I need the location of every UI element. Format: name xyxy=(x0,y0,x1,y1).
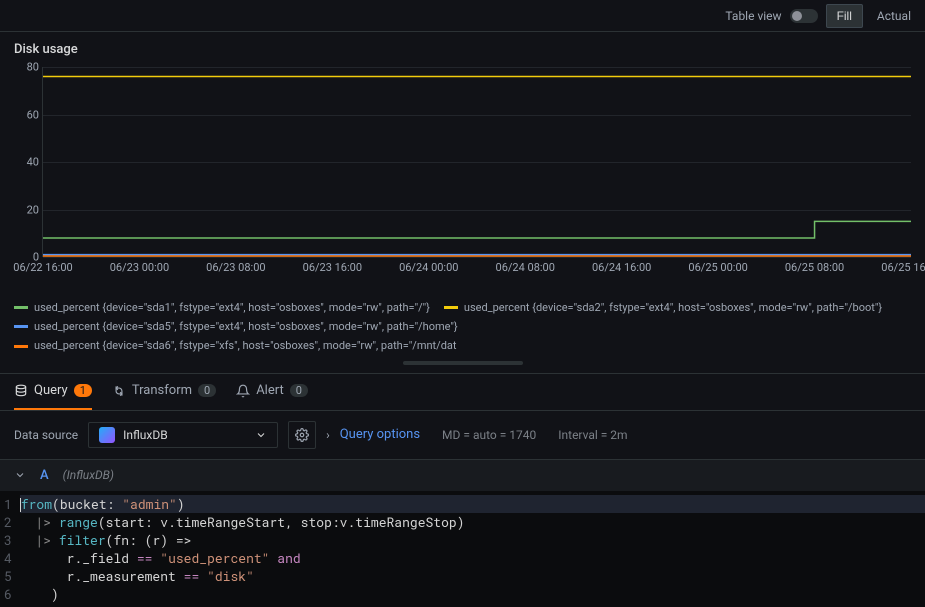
query-options-md: MD = auto = 1740 xyxy=(442,428,536,442)
panel-title: Disk usage xyxy=(0,32,925,61)
legend-label: used_percent {device="sda5", fstype="ext… xyxy=(34,318,458,336)
editor-tabs: Query 1 Transform 0 Alert 0 xyxy=(0,373,925,411)
tab-transform-label: Transform xyxy=(132,383,192,398)
legend-swatch-icon xyxy=(14,306,28,309)
legend-swatch-icon xyxy=(14,325,28,328)
tab-transform-badge: 0 xyxy=(198,384,216,397)
legend-scrollbar[interactable] xyxy=(403,361,523,365)
datasource-row: Data source InfluxDB › Query options MD … xyxy=(0,411,925,460)
query-options-chevron[interactable]: › xyxy=(326,428,330,442)
legend-item[interactable]: used_percent {device="sda2", fstype="ext… xyxy=(444,299,882,317)
legend-swatch-icon xyxy=(444,306,458,309)
x-tick: 06/25 08:00 xyxy=(785,261,844,274)
bell-icon xyxy=(236,384,250,398)
x-tick: 06/25 00:00 xyxy=(688,261,747,274)
datasource-selected: InfluxDB xyxy=(123,428,168,442)
legend-swatch-icon xyxy=(14,345,28,348)
query-letter: A xyxy=(40,468,49,483)
datasource-select[interactable]: InfluxDB xyxy=(88,422,278,448)
x-tick: 06/22 16:00 xyxy=(13,261,72,274)
transform-icon xyxy=(112,384,126,398)
x-tick: 06/23 08:00 xyxy=(206,261,265,274)
fill-button[interactable]: Fill xyxy=(826,4,863,28)
legend-item[interactable]: used_percent {device="sda6", fstype="xfs… xyxy=(14,337,456,355)
query-datasource-hint: (InfluxDB) xyxy=(63,468,114,482)
chevron-down-icon xyxy=(255,429,267,441)
gridline xyxy=(43,257,911,258)
line-number: 1 xyxy=(4,495,12,513)
flux-editor[interactable]: 123456 from(bucket: "admin") |> range(st… xyxy=(0,491,925,607)
tab-alert[interactable]: Alert 0 xyxy=(236,374,308,410)
line-number: 3 xyxy=(4,531,12,549)
legend: used_percent {device="sda1", fstype="ext… xyxy=(0,291,925,373)
legend-label: used_percent {device="sda2", fstype="ext… xyxy=(464,299,882,317)
database-icon xyxy=(14,384,28,398)
legend-item[interactable]: used_percent {device="sda1", fstype="ext… xyxy=(14,299,430,317)
series-line[interactable] xyxy=(43,221,911,238)
legend-item[interactable]: used_percent {device="sda5", fstype="ext… xyxy=(14,318,458,336)
tab-alert-label: Alert xyxy=(256,383,284,398)
editor-code[interactable]: from(bucket: "admin") |> range(start: v.… xyxy=(20,491,925,607)
chart-area: 02040608006/22 16:0006/23 00:0006/23 08:… xyxy=(0,61,925,291)
line-number: 2 xyxy=(4,513,12,531)
datasource-settings-button[interactable] xyxy=(288,421,316,449)
x-tick: 06/23 16:00 xyxy=(303,261,362,274)
tab-query-badge: 1 xyxy=(74,384,92,397)
query-options-interval: Interval = 2m xyxy=(558,428,627,442)
editor-gutter: 123456 xyxy=(0,491,20,607)
x-tick: 06/25 16:00 xyxy=(881,261,925,274)
y-tick: 60 xyxy=(15,108,39,121)
line-number: 4 xyxy=(4,549,12,567)
y-tick: 20 xyxy=(15,203,39,216)
gear-icon xyxy=(295,428,309,442)
tab-transform[interactable]: Transform 0 xyxy=(112,374,216,410)
tab-query-label: Query xyxy=(34,383,68,398)
tab-query[interactable]: Query 1 xyxy=(14,374,92,410)
x-tick: 06/24 08:00 xyxy=(496,261,555,274)
influxdb-logo-icon xyxy=(99,427,115,443)
legend-label: used_percent {device="sda6", fstype="xfs… xyxy=(34,337,456,355)
y-tick: 40 xyxy=(15,156,39,169)
table-view-label: Table view xyxy=(725,9,781,23)
tab-alert-badge: 0 xyxy=(290,384,308,397)
legend-label: used_percent {device="sda1", fstype="ext… xyxy=(34,299,430,317)
line-number: 5 xyxy=(4,567,12,585)
x-tick: 06/24 16:00 xyxy=(592,261,651,274)
table-view-toggle[interactable] xyxy=(790,9,818,23)
x-tick: 06/24 00:00 xyxy=(399,261,458,274)
y-tick: 80 xyxy=(15,61,39,74)
actual-button[interactable]: Actual xyxy=(871,5,917,27)
chart-plot[interactable]: 02040608006/22 16:0006/23 00:0006/23 08:… xyxy=(42,67,911,257)
chevron-down-icon[interactable] xyxy=(14,469,26,481)
datasource-label: Data source xyxy=(14,428,78,442)
query-row-header[interactable]: A (InfluxDB) xyxy=(0,460,925,491)
panel-topbar: Table view Fill Actual xyxy=(0,0,925,32)
x-tick: 06/23 00:00 xyxy=(110,261,169,274)
query-options-link[interactable]: Query options xyxy=(340,427,420,442)
